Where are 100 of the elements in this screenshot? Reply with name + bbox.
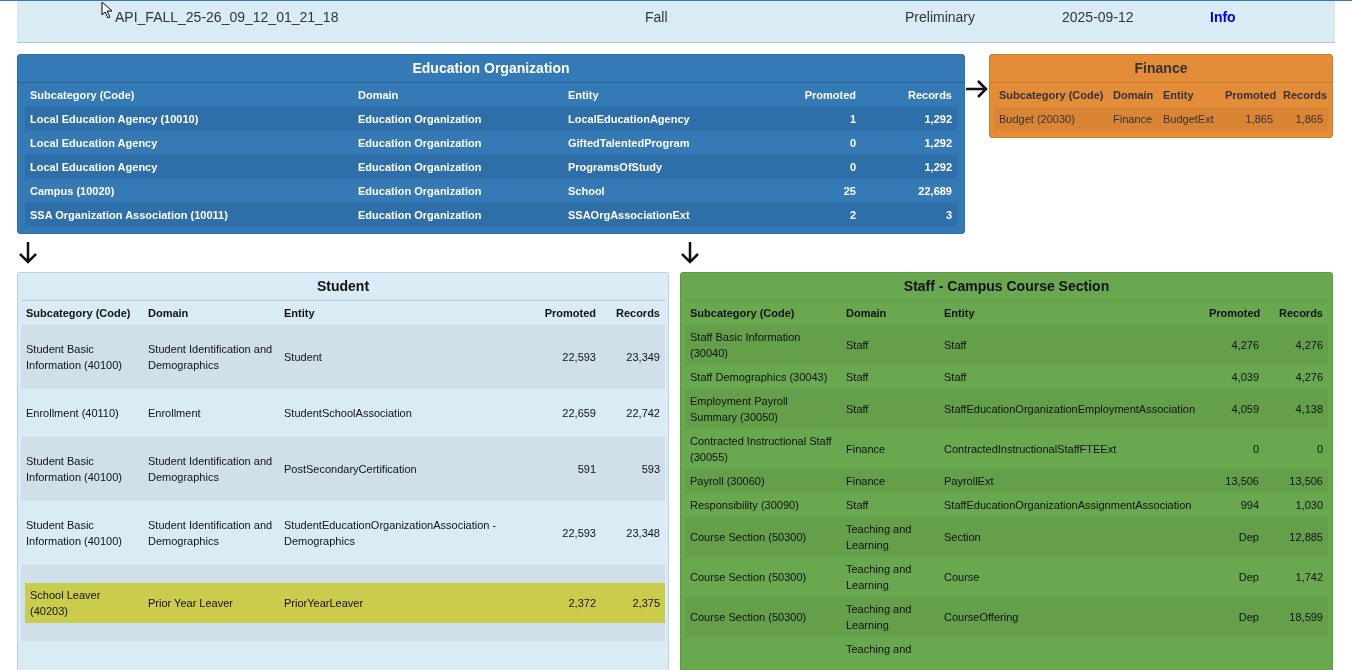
- panel-title: Finance: [990, 55, 1332, 83]
- table-cell-text: StudentEducationOrganizationAssociation - Demographics: [283, 518, 498, 549]
- info-link[interactable]: Info: [1210, 7, 1236, 28]
- panel-title: Education Organization: [18, 55, 964, 83]
- table-cell-text: Dep: [1237, 570, 1260, 585]
- column-header: Promoted: [1208, 306, 1262, 321]
- table-cell-text: 1,292: [923, 112, 953, 127]
- table-cell-text: Contracted Instructional Staff (30055): [689, 434, 833, 465]
- table-cell-text: 13,506: [1224, 474, 1260, 489]
- table-cell-text: Teaching and Learning: [845, 562, 913, 593]
- table-cell-text: Education Organization: [357, 208, 483, 223]
- table-cell-text: 4,276: [1294, 338, 1324, 353]
- table-cell-text: 13,506: [1288, 474, 1324, 489]
- table-cell-text: Student: [283, 350, 323, 365]
- column-header: Entity: [1162, 88, 1195, 103]
- table-cell-text: 22,742: [625, 406, 661, 421]
- column-header: Records: [1282, 88, 1328, 103]
- table-cell-text: 4,276: [1294, 370, 1324, 385]
- table-cell-text: Staff: [845, 402, 870, 417]
- table-cell-text: 22,689: [917, 184, 953, 199]
- table-cell-text: Prior Year Leaver: [147, 596, 234, 611]
- table-cell-text: CourseOffering: [943, 610, 1020, 625]
- row-text: Preliminary: [905, 8, 976, 27]
- table-cell-text: Payroll (30060): [689, 474, 766, 489]
- table-cell-text: PayrollExt: [943, 474, 995, 489]
- column-header: Domain: [357, 88, 400, 103]
- column-header: Entity: [567, 88, 600, 103]
- table-cell-text: SSAOrgAssociationExt: [567, 208, 691, 223]
- table-cell-text: Staff: [943, 338, 968, 353]
- table-cell-text: Staff: [845, 498, 870, 513]
- table-cell-text: 0: [1315, 442, 1324, 457]
- table-cell-text: Staff Demographics (30043): [689, 370, 829, 385]
- table-cell-text: LocalEducationAgency: [567, 112, 691, 127]
- table-cell-text: StaffEducationOrganizationAssignmentAssociation: [943, 498, 1193, 513]
- table-cell-text: 0: [1251, 442, 1260, 457]
- table-cell-text: 12,885: [1288, 530, 1324, 545]
- table-cell-text: 4,276: [1230, 338, 1260, 353]
- table-cell-text: Employment Payroll Summary (30050): [689, 394, 789, 425]
- table-cell-text: 1,742: [1294, 570, 1324, 585]
- panel-title: Student: [21, 273, 665, 301]
- table-cell-text: Local Education Agency: [29, 160, 159, 175]
- table-cell-text: 23,348: [625, 526, 661, 541]
- table-cell-text: Education Organization: [357, 184, 483, 199]
- table-cell-text: 22,659: [561, 406, 597, 421]
- table-cell-text: 593: [640, 462, 661, 477]
- table-cell-text: 23,349: [625, 350, 661, 365]
- table-cell-text: Staff Basic Information (30040): [689, 330, 802, 361]
- table-cell-text: School: [567, 184, 606, 199]
- table-cell-text: Student Basic Information (40100): [25, 518, 123, 549]
- table-cell-text: BudgetExt: [1162, 112, 1215, 127]
- table-cell-text: 22,593: [561, 350, 597, 365]
- table-cell-text: Campus (10020): [29, 184, 116, 199]
- row-text: API_FALL_25-26_09_12_01_21_18: [115, 8, 340, 27]
- table-cell-text: 2,375: [631, 596, 661, 611]
- table-cell-text: 0: [848, 136, 857, 151]
- column-header: Subcategory (Code): [998, 88, 1105, 103]
- down-arrow-icon: [680, 241, 700, 265]
- table-cell-text: Finance: [845, 474, 887, 489]
- column-header: Domain: [845, 306, 888, 321]
- table-cell-text: Budget (20030): [998, 112, 1076, 127]
- table-cell-text: Education Organization: [357, 136, 483, 151]
- table-cell-text: PostSecondaryCertification: [283, 462, 418, 477]
- table-cell-text: Staff: [845, 370, 870, 385]
- table-cell-text: Local Education Agency: [29, 136, 159, 151]
- table-cell-text: Student Identification and Demographics: [147, 518, 274, 549]
- table-cell-text: Local Education Agency (10010): [29, 112, 200, 127]
- table-cell-text: Section: [943, 530, 982, 545]
- table-cell-text: Teaching and Learning: [845, 522, 913, 553]
- table-cell-text: 4,138: [1294, 402, 1324, 417]
- table-cell-text: 1,865: [1294, 112, 1324, 127]
- table-cell-text: 4,059: [1230, 402, 1260, 417]
- table-cell-text: School Leaver (40203): [29, 588, 102, 619]
- table-cell-text: Finance: [1112, 112, 1154, 127]
- column-header: Entity: [283, 306, 316, 321]
- table-cell-text: 1,030: [1294, 498, 1324, 513]
- table-cell-text: StaffEducationOrganizationEmploymentAssociation: [943, 402, 1197, 417]
- table-cell-text: 1: [848, 112, 857, 127]
- column-header: Promoted: [1224, 88, 1278, 103]
- table-cell-text: 2,372: [567, 596, 597, 611]
- table-cell-text: Responsibility (30090): [689, 498, 800, 513]
- table-cell-text: Enrollment (40110): [25, 406, 120, 421]
- table-cell-text: GiftedTalentedProgram: [567, 136, 691, 151]
- table-cell-text: 994: [1239, 498, 1260, 513]
- table-cell-text: Dep: [1237, 530, 1260, 545]
- table-cell-text: 25: [842, 184, 857, 199]
- column-header: Domain: [1112, 88, 1155, 103]
- table-cell-text: Education Organization: [357, 160, 483, 175]
- table-cell-text: 1,292: [923, 136, 953, 151]
- table-cell-text: Student Basic Information (40100): [25, 342, 123, 373]
- column-header: Subcategory (Code): [25, 306, 132, 321]
- table-cell-text: Course: [943, 570, 981, 585]
- table-cell-text: Finance: [845, 442, 887, 457]
- table-cell-text: Staff: [845, 338, 870, 353]
- table-cell-text: ContractedInstructionalStaffFTEExt: [943, 442, 1118, 457]
- table-cell-text: Teaching and Learning: [845, 602, 913, 633]
- table-cell-text: Course Section (50300): [689, 570, 808, 585]
- table-cell-text: Student Identification and Demographics: [147, 454, 274, 485]
- column-header: Records: [906, 88, 953, 103]
- column-header: Promoted: [803, 88, 857, 103]
- table-cell-text: Education Organization: [357, 112, 483, 127]
